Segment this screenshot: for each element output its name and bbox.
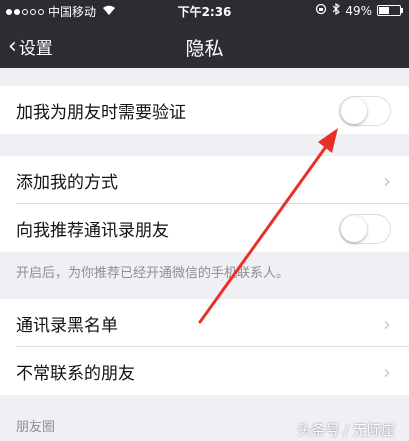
recommend-toggle[interactable] <box>339 214 391 244</box>
verify-toggle[interactable] <box>339 96 391 126</box>
navigation-bar: ‹ 设置 隐私 <box>0 22 409 68</box>
recommend-hint: 开启后，为你推荐已经开通微信的手机联系人。 <box>16 266 290 281</box>
row-recommend-label: 向我推荐通讯录朋友 <box>16 220 169 241</box>
chevron-right-icon: › <box>383 312 391 336</box>
toggle-knob <box>341 216 367 242</box>
section-header-moments: 朋友圈 <box>16 420 56 435</box>
chevron-right-icon: › <box>383 169 391 193</box>
row-verify-label: 加我为朋友时需要验证 <box>16 102 186 123</box>
row-infrequent[interactable]: 不常联系的朋友 › <box>0 347 409 395</box>
row-blacklist-label: 通讯录黑名单 <box>16 315 118 336</box>
battery-icon <box>377 5 403 16</box>
page-title: 隐私 <box>185 38 224 60</box>
status-right: 49% <box>315 2 403 18</box>
watermark: 头条号 / 无际崖 <box>297 423 395 439</box>
row-add-methods[interactable]: 添加我的方式 › <box>0 156 409 204</box>
row-infrequent-label: 不常联系的朋友 <box>16 363 135 384</box>
row-add-methods-label: 添加我的方式 <box>16 172 118 193</box>
rotation-lock-icon <box>315 3 327 18</box>
status-bar: 中国移动 下午2:36 49% <box>0 0 409 22</box>
bluetooth-icon <box>332 2 341 18</box>
row-verify: 加我为朋友时需要验证 <box>0 86 409 134</box>
row-recommend-contacts: 向我推荐通讯录朋友 <box>0 204 409 252</box>
toggle-knob <box>341 98 367 124</box>
battery-percent: 49% <box>345 3 372 18</box>
battery-fill <box>379 7 389 14</box>
chevron-right-icon: › <box>383 360 391 384</box>
row-blacklist[interactable]: 通讯录黑名单 › <box>0 299 409 347</box>
